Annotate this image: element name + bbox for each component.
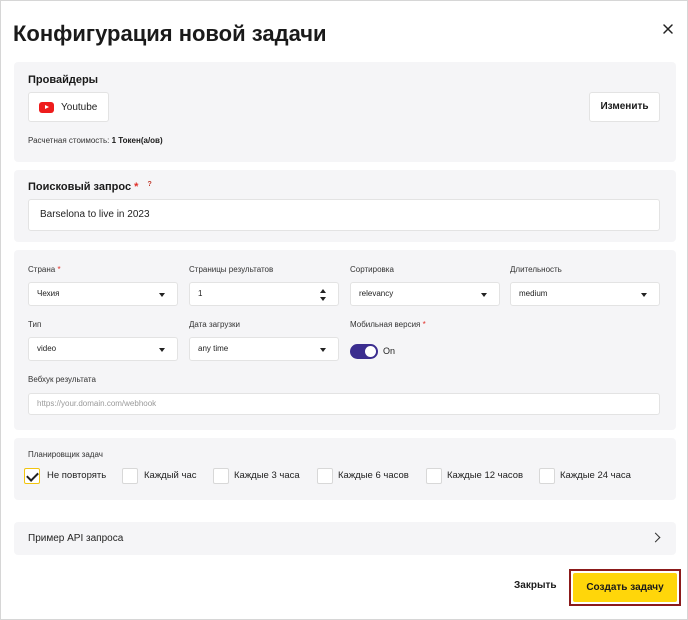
type-select[interactable]: video [28,337,178,361]
chevron-down-icon [320,348,326,352]
option-label-every-hour: Каждый час [144,470,197,481]
query-section: Поисковый запрос * ? Barselona to live i… [14,170,676,242]
checkbox-every-hour[interactable] [122,468,138,484]
provider-chip-youtube[interactable]: Youtube [28,92,109,122]
upload-date-value: any time [198,344,229,353]
stepper-arrows-icon[interactable] [320,289,326,301]
create-task-highlight: Создать задачу [569,569,681,606]
change-providers-button[interactable]: Изменить [589,92,660,122]
type-value: video [37,344,57,353]
required-mark: * [422,320,426,329]
country-label: Страна [28,265,56,274]
checkbox-every-24-hours[interactable] [539,468,555,484]
providers-section: Провайдеры Youtube Изменить Расчетная ст… [14,62,676,162]
checkbox-no-repeat[interactable] [24,468,40,484]
chevron-down-icon [481,293,487,297]
duration-value: medium [519,289,548,298]
checkbox-every-3-hours[interactable] [213,468,229,484]
chevron-down-icon [641,293,647,297]
country-value: Чехия [37,289,60,298]
checkbox-every-12-hours[interactable] [426,468,442,484]
sort-label: Сортировка [350,265,394,274]
mobile-label: Мобильная версия [350,320,421,329]
api-example-label: Пример API запроса [28,533,124,544]
webhook-input[interactable]: https://your.domain.com/webhook [28,393,660,415]
option-label-every-12-hours: Каждые 12 часов [447,470,524,481]
task-config-dialog: Конфигурация новой задачи Провайдеры You… [0,0,688,620]
query-label: Поисковый запрос [28,181,132,193]
duration-label: Длительность [510,265,562,274]
country-select[interactable]: Чехия [28,282,178,306]
estimated-cost: Расчетная стоимость: 1 Токен(а/ов) [28,136,163,145]
cost-value: 1 Токен(а/ов) [111,136,163,145]
help-icon[interactable]: ? [147,181,151,188]
scheduler-label: Планировщик задач [28,450,103,459]
type-label: Тип [28,320,42,329]
pages-label: Страницы результатов [189,265,274,274]
chevron-right-icon [650,532,661,543]
mobile-label-wrap: Мобильная версия * [350,320,426,329]
option-label-every-6-hours: Каждые 6 часов [338,470,409,481]
chevron-down-icon [159,293,165,297]
cost-prefix: Расчетная стоимость: [28,136,110,145]
country-label-wrap: Страна * [28,265,61,274]
checkbox-every-6-hours[interactable] [317,468,333,484]
upload-date-select[interactable]: any time [189,337,339,361]
close-icon[interactable] [660,21,676,37]
option-label-no-repeat: Не повторять [47,470,107,481]
option-label-every-24-hours: Каждые 24 часа [560,470,631,481]
required-mark: * [134,181,139,193]
sort-value: relevancy [359,289,394,298]
required-mark: * [57,265,61,274]
scheduler-section: Планировщик задач Не повторять Каждый ча… [14,438,676,500]
search-query-input[interactable]: Barselona to live in 2023 [28,199,660,231]
chevron-down-icon [159,348,165,352]
query-label-wrap: Поисковый запрос * ? [28,181,152,193]
upload-date-label: Дата загрузки [189,320,240,329]
parameters-section: Страна * Чехия Страницы результатов 1 Со… [14,250,676,430]
option-label-every-3-hours: Каждые 3 часа [234,470,300,481]
mobile-version-toggle[interactable] [350,344,378,359]
close-button[interactable]: Закрыть [514,580,557,591]
providers-label: Провайдеры [28,74,99,86]
mobile-toggle-state: On [383,346,396,356]
provider-name: Youtube [61,102,98,113]
dialog-title: Конфигурация новой задачи [13,21,327,46]
pages-stepper[interactable]: 1 [189,282,339,306]
sort-select[interactable]: relevancy [350,282,500,306]
create-task-button[interactable]: Создать задачу [573,573,677,602]
duration-select[interactable]: medium [510,282,660,306]
api-example-accordion[interactable]: Пример API запроса [14,522,676,555]
webhook-label: Вебхук результата [28,375,96,384]
pages-value: 1 [198,289,203,298]
youtube-icon [39,102,54,113]
